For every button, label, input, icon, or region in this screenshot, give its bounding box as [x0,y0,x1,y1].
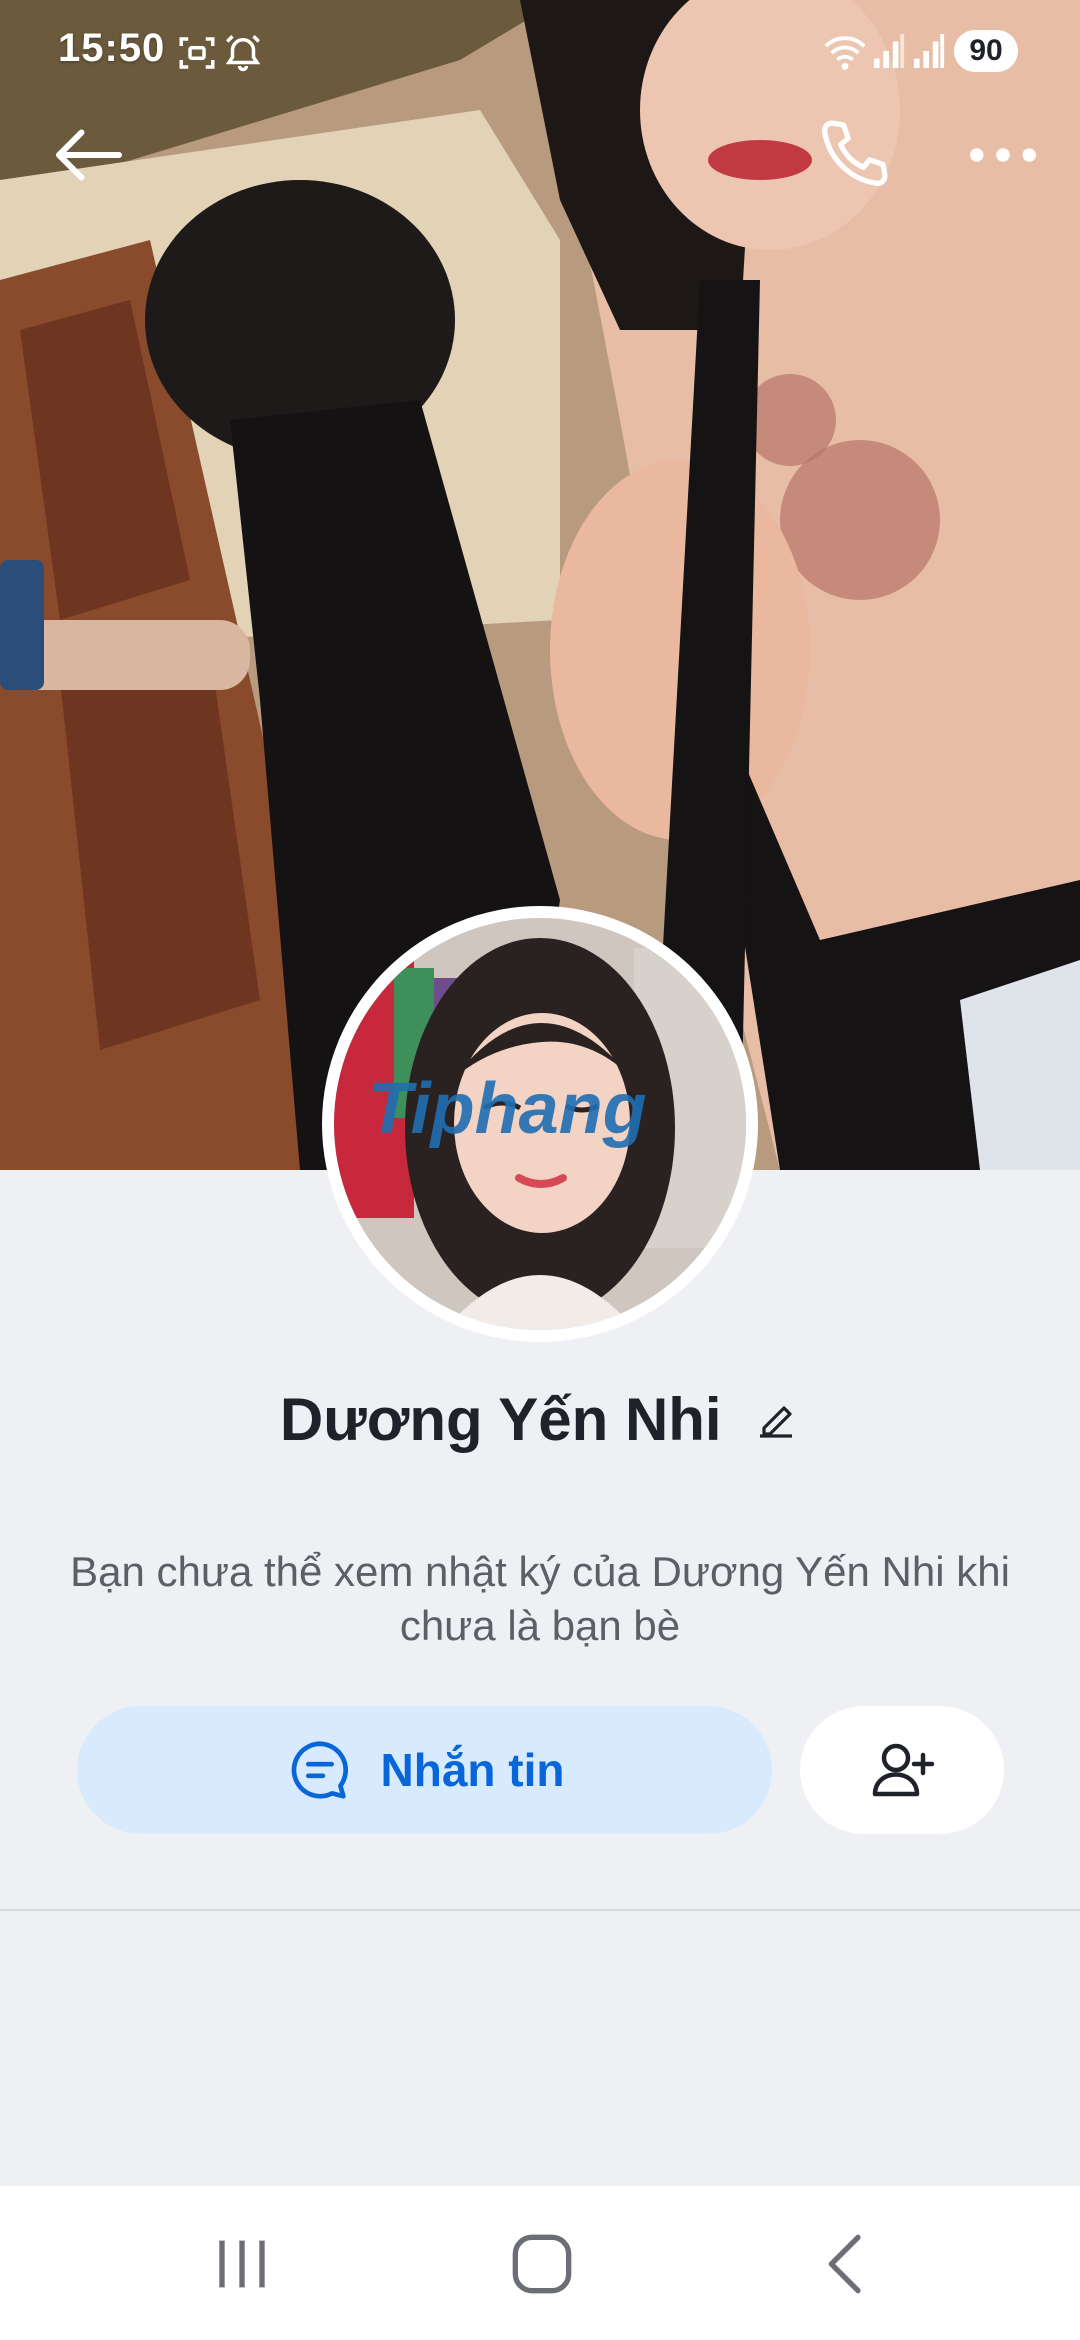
screenshot-icon [179,37,215,69]
wifi-icon [824,36,866,70]
signal-icon [913,34,945,68]
phone-icon [821,120,888,187]
battery-indicator: 90 [954,30,1018,72]
section-divider [0,1909,1080,1911]
home-icon [512,2234,572,2294]
recent-apps-icon [219,2240,265,2288]
avatar-photo: Tiphang [334,918,746,1330]
profile-name: Dương Yến Nhi [279,1386,722,1453]
recent-apps-button[interactable] [202,2224,282,2304]
call-button[interactable] [808,110,898,200]
user-plus-icon [872,1743,935,1797]
system-nav-bar [0,2186,1080,2340]
signal-icon [873,34,905,68]
alarm-icon [225,35,261,72]
add-friend-button[interactable] [800,1706,1004,1834]
message-button-label: Nhắn tin [380,1744,565,1796]
profile-name-row: Dương Yến Nhi [0,1385,1080,1465]
status-bar: 15:50 90 [0,0,1080,100]
more-options-button[interactable] [958,110,1048,200]
chat-bubble-icon [291,1741,348,1799]
privacy-note: Bạn chưa thể xem nhật ký của Dương Yến N… [70,1548,1010,1649]
back-icon [828,2234,861,2294]
home-button[interactable] [502,2224,582,2304]
avatar[interactable]: Tiphang [334,918,746,1330]
nav-back-button[interactable] [808,2224,888,2304]
back-button[interactable] [44,110,134,200]
status-time: 15:50 [58,26,166,70]
arrow-left-icon [56,129,122,181]
more-horizontal-icon [970,148,1036,162]
watermark-text: Tiphang [368,1069,647,1149]
message-button[interactable]: Nhắn tin [77,1706,772,1834]
pencil-icon[interactable] [752,1396,800,1444]
